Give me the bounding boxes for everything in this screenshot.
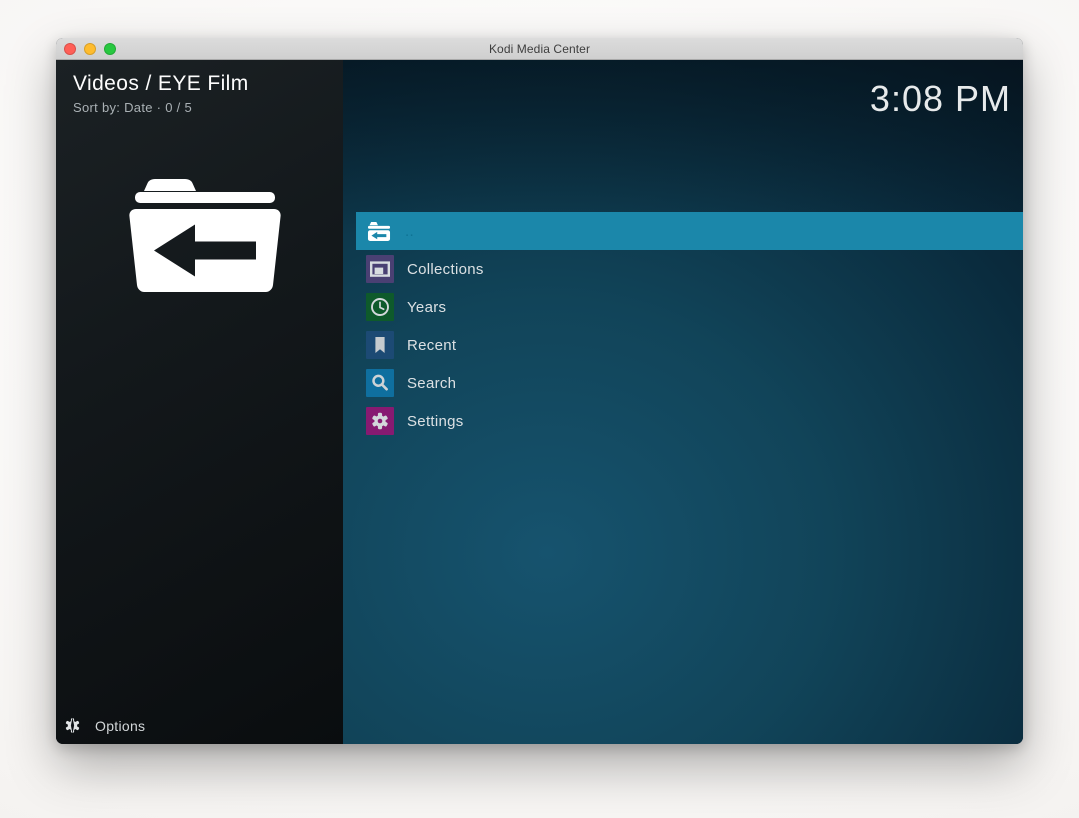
list-item-search[interactable]: Search	[343, 364, 1023, 402]
menu-item-label: Recent	[407, 337, 456, 354]
clock-icon	[366, 293, 394, 321]
options-button[interactable]: Options	[64, 717, 145, 734]
main-panel: 3:08 PM ..	[343, 60, 1023, 744]
window-title: Kodi Media Center	[489, 42, 590, 56]
window-titlebar[interactable]: Kodi Media Center	[56, 38, 1023, 60]
options-gear-icon	[64, 717, 81, 734]
search-icon	[366, 369, 394, 397]
bookmark-icon	[366, 331, 394, 359]
list-item-parent-folder[interactable]: ..	[343, 212, 1023, 250]
menu-item-label: Collections	[407, 261, 484, 278]
gear-icon	[366, 407, 394, 435]
menu-item-label: Years	[407, 299, 446, 316]
close-button[interactable]	[64, 43, 76, 55]
menu-item-label: Search	[407, 375, 456, 392]
zoom-button[interactable]	[104, 43, 116, 55]
minimize-button[interactable]	[84, 43, 96, 55]
list-item-recent[interactable]: Recent	[343, 326, 1023, 364]
page-title: Videos / EYE Film	[73, 72, 343, 96]
traffic-lights	[64, 43, 116, 55]
menu-item-label: Settings	[407, 413, 464, 430]
sidebar: Videos / EYE Film Sort by: Date · 0 / 5	[56, 60, 343, 744]
selection-bar: ..	[356, 212, 1023, 250]
options-label: Options	[95, 718, 145, 734]
list-item-collections[interactable]: Collections	[343, 250, 1023, 288]
folder-back-icon	[366, 221, 392, 242]
menu-list: .. Collections	[343, 212, 1023, 440]
kodi-window: Kodi Media Center Videos / EYE Film Sort…	[56, 38, 1023, 744]
collections-icon	[366, 255, 394, 283]
folder-back-art	[125, 178, 285, 294]
list-item-settings[interactable]: Settings	[343, 402, 1023, 440]
sort-status: Sort by: Date · 0 / 5	[73, 100, 343, 115]
clock-text: 3:08 PM	[870, 78, 1011, 120]
list-item-years[interactable]: Years	[343, 288, 1023, 326]
menu-item-label: ..	[405, 223, 414, 240]
